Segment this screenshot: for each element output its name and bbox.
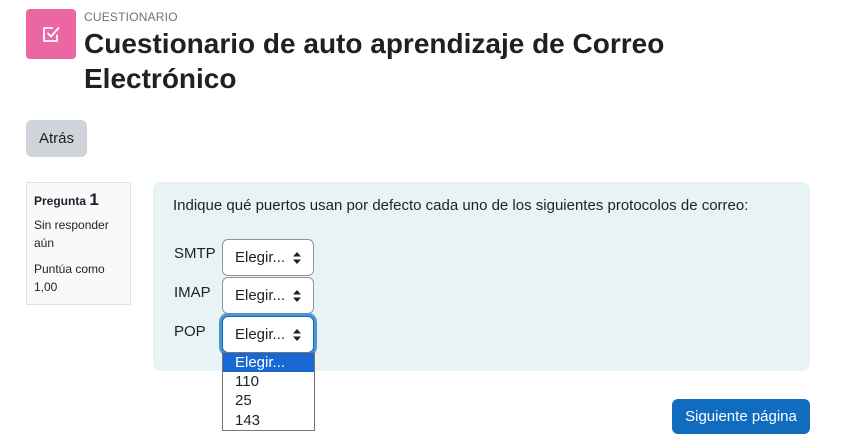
select-imap-value: Elegir... [235,287,286,304]
row-label-imap: IMAP [174,284,211,301]
question-info-panel: Pregunta 1 Sin responder aún Puntúa como… [26,182,131,305]
sort-arrows-icon [293,329,301,341]
option-110[interactable]: 110 [223,372,314,391]
question-grade: Puntúa como 1,00 [34,262,105,294]
page-title: Cuestionario de auto aprendizaje de Corr… [84,28,665,94]
option-25[interactable]: 25 [223,391,314,410]
sort-arrows-icon [293,290,301,302]
row-label-smtp: SMTP [174,245,216,262]
question-formulation: Indique qué puertos usan por defecto cad… [153,182,810,371]
activity-type-label: CUESTIONARIO [84,10,178,24]
question-state: Sin responder aún [34,218,109,250]
select-smtp[interactable]: Elegir... [222,239,314,276]
option-elegir[interactable]: Elegir... [223,353,314,373]
sort-arrows-icon [293,252,301,264]
select-smtp-value: Elegir... [235,249,286,266]
select-pop-value: Elegir... [235,326,286,343]
row-label-pop: POP [174,323,206,340]
question-text: Indique qué puertos usan por defecto cad… [173,197,749,214]
quiz-activity-icon [26,9,76,59]
quiz-checkbox-icon [43,27,60,42]
back-button[interactable]: Atrás [26,120,87,157]
question-number: Pregunta 1 [34,190,123,211]
select-pop-options-list[interactable]: Elegir... 110 25 143 [222,352,315,431]
select-imap[interactable]: Elegir... [222,277,314,314]
question-label: Pregunta [34,194,87,208]
question-number-value: 1 [89,190,99,209]
next-page-button[interactable]: Siguiente página [672,399,810,434]
option-143[interactable]: 143 [223,411,314,430]
select-pop[interactable]: Elegir... [222,316,314,353]
